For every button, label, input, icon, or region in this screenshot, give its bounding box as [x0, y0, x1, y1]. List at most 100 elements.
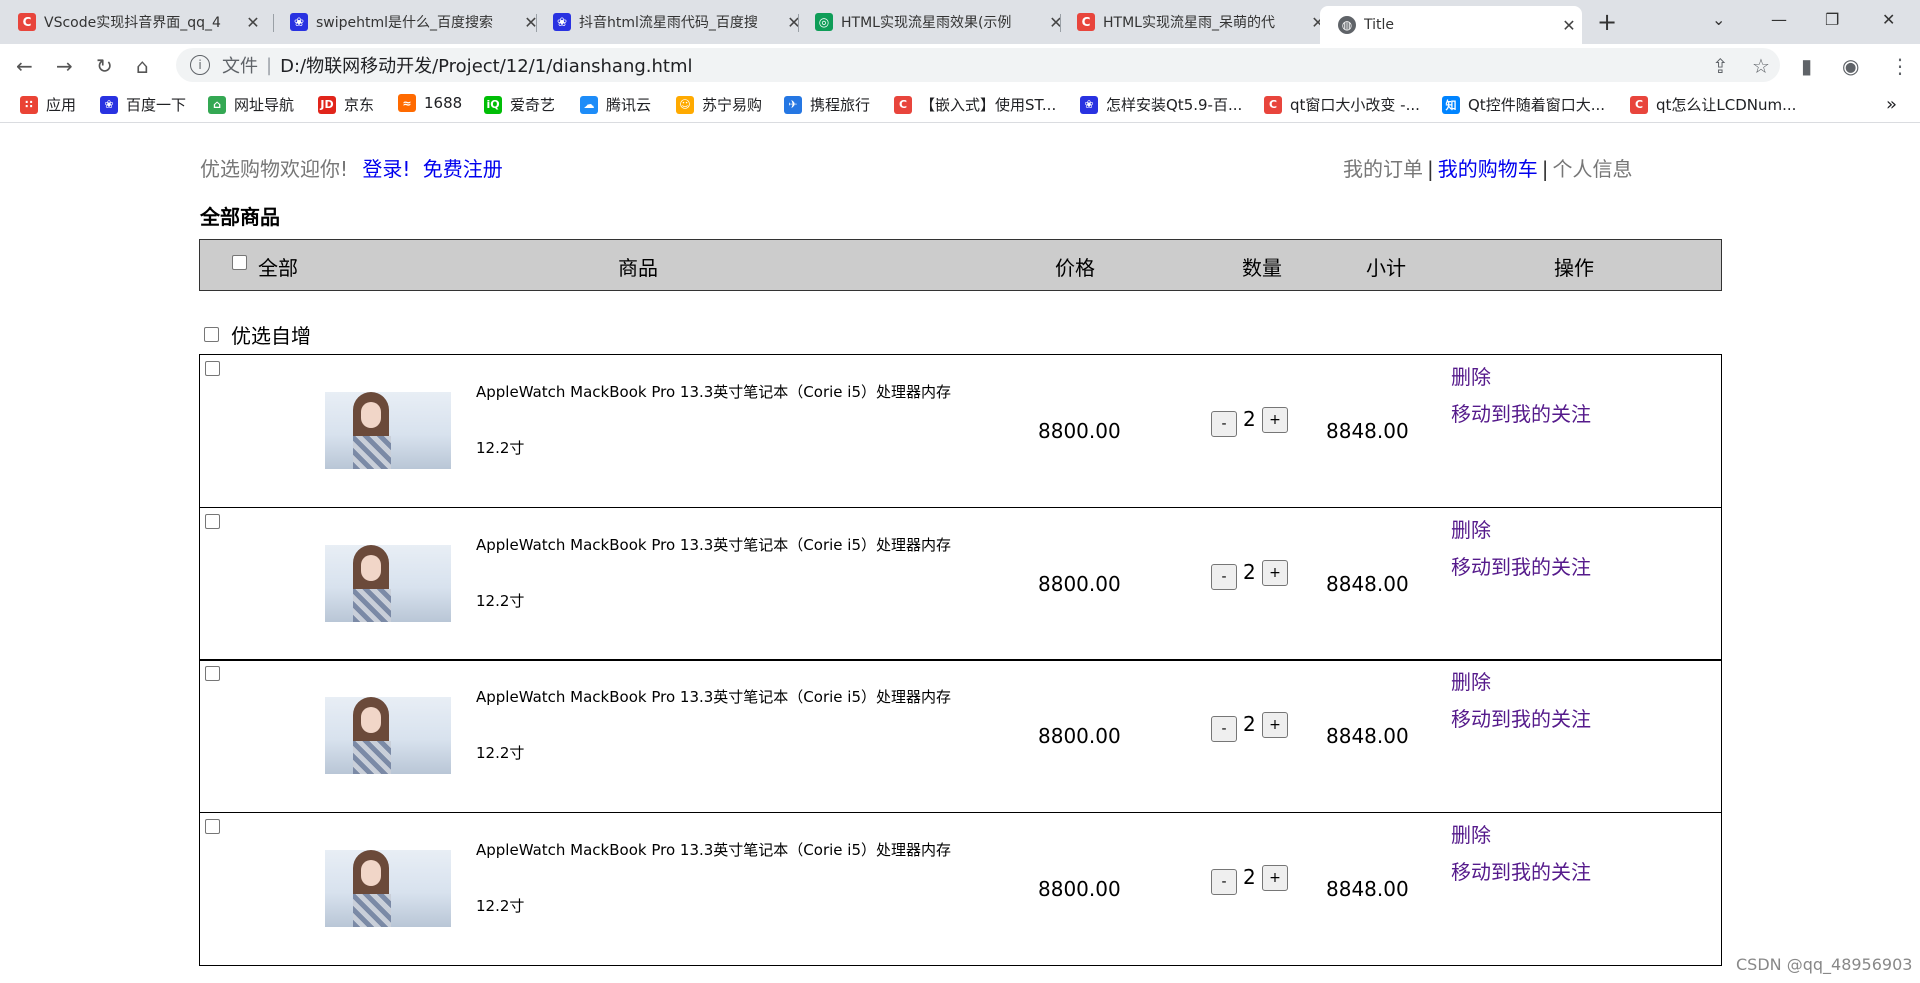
page-content: 优选购物欢迎你! 登录! 免费注册 我的订单 | 我的购物车 | 个人信息 全部商品 全…: [0, 123, 1920, 983]
move-to-follow-link[interactable]: 移动到我的关注: [1451, 551, 1591, 580]
product-image-face: [361, 555, 381, 581]
move-to-follow-link[interactable]: 移动到我的关注: [1451, 398, 1591, 427]
quantity-value: 2: [1243, 865, 1256, 889]
increase-quantity-button[interactable]: +: [1262, 712, 1288, 738]
chatgpt-icon: ◎: [815, 13, 833, 31]
bookmark-label: 京东: [344, 96, 375, 114]
side-panel-icon[interactable]: ▮: [1801, 54, 1812, 78]
personal-info-link[interactable]: 个人信息: [1553, 157, 1633, 181]
product-name[interactable]: AppleWatch MackBook Pro 13.3英寸笔记本（Corie …: [476, 839, 951, 860]
jd-icon: JD: [318, 95, 336, 114]
my-orders-link[interactable]: 我的订单: [1343, 157, 1423, 181]
item-subtotal: 8848.00: [1326, 572, 1409, 596]
delete-link[interactable]: 删除: [1451, 361, 1491, 390]
bookmark-label: 腾讯云: [606, 96, 652, 114]
move-to-follow-link[interactable]: 移动到我的关注: [1451, 856, 1591, 885]
bookmark-item[interactable]: ✈ 携程旅行: [784, 94, 870, 115]
cart-item: AppleWatch MackBook Pro 13.3英寸笔记本（Corie …: [199, 354, 1722, 508]
decrease-quantity-button[interactable]: -: [1211, 564, 1237, 590]
bookmark-item[interactable]: 知 Qt控件随着窗口大...: [1442, 94, 1605, 115]
minimize-icon[interactable]: —: [1771, 10, 1787, 29]
bookmark-item[interactable]: Cqt怎么让LCDNum...: [1630, 94, 1796, 115]
product-image[interactable]: [325, 545, 451, 622]
move-to-follow-link[interactable]: 移动到我的关注: [1451, 703, 1591, 732]
back-icon[interactable]: ←: [16, 54, 33, 78]
delete-link[interactable]: 删除: [1451, 514, 1491, 543]
more-bookmarks-icon[interactable]: »: [1886, 94, 1897, 115]
browser-tab[interactable]: C VScode实现抖音界面_qq_4 ✕: [0, 6, 262, 38]
product-name[interactable]: AppleWatch MackBook Pro 13.3英寸笔记本（Corie …: [476, 381, 951, 402]
bookmark-item[interactable]: ❀ 百度一下: [100, 94, 186, 115]
browser-tab-active[interactable]: ◍ Title ✕: [1320, 6, 1582, 44]
restore-icon[interactable]: ❐: [1825, 10, 1839, 29]
decrease-quantity-button[interactable]: -: [1211, 869, 1237, 895]
register-link[interactable]: 免费注册: [423, 157, 503, 181]
bookmark-item[interactable]: Cqt窗口大小改变 -...: [1264, 94, 1420, 115]
info-icon[interactable]: i: [190, 55, 210, 75]
1688-icon: ≈: [398, 94, 416, 112]
product-size: 12.2寸: [476, 592, 525, 610]
product-name[interactable]: AppleWatch MackBook Pro 13.3英寸笔记本（Corie …: [476, 534, 951, 555]
product-name[interactable]: AppleWatch MackBook Pro 13.3英寸笔记本（Corie …: [476, 686, 951, 707]
bookmark-item[interactable]: iQ 爱奇艺: [484, 94, 555, 115]
shop-group: 优选自增: [204, 320, 311, 349]
header-all: 全部: [258, 256, 298, 280]
baidu-icon: ❀: [100, 95, 118, 114]
bookmark-item[interactable]: ❀ 怎样安装Qt5.9-百...: [1080, 94, 1242, 115]
header-quantity: 数量: [1242, 256, 1282, 280]
delete-link[interactable]: 删除: [1451, 666, 1491, 695]
bookmark-apps[interactable]: ∷ 应用: [20, 94, 76, 115]
profile-avatar-icon[interactable]: ◉: [1842, 54, 1859, 78]
csdn-icon: C: [1077, 13, 1095, 31]
increase-quantity-button[interactable]: +: [1262, 407, 1288, 433]
cart-item: AppleWatch MackBook Pro 13.3英寸笔记本（Corie …: [199, 659, 1722, 813]
item-checkbox[interactable]: [205, 514, 220, 529]
quantity-value: 2: [1243, 560, 1256, 584]
product-image[interactable]: [325, 697, 451, 774]
item-checkbox[interactable]: [205, 819, 220, 834]
shop-checkbox[interactable]: [204, 327, 219, 342]
reload-icon[interactable]: ↻: [96, 54, 113, 78]
item-checkbox[interactable]: [205, 361, 220, 376]
my-cart-link[interactable]: 我的购物车: [1438, 157, 1538, 181]
login-link[interactable]: 登录!: [362, 157, 410, 181]
bookmark-item[interactable]: C 【嵌入式】使用ST...: [894, 94, 1056, 115]
address-url[interactable]: D:/物联网移动开发/Project/12/1/dianshang.html: [280, 52, 692, 78]
forward-icon[interactable]: →: [56, 54, 73, 78]
increase-quantity-button[interactable]: +: [1262, 560, 1288, 586]
product-image[interactable]: [325, 392, 451, 469]
tab-close-icon[interactable]: ✕: [1560, 16, 1578, 35]
share-icon[interactable]: ⇪: [1712, 54, 1729, 78]
tab-close-icon[interactable]: ✕: [244, 13, 262, 32]
decrease-quantity-button[interactable]: -: [1211, 716, 1237, 742]
select-all-checkbox[interactable]: [232, 255, 247, 270]
close-window-icon[interactable]: ✕: [1882, 10, 1895, 29]
bookmark-item[interactable]: ⌂ 网址导航: [208, 94, 294, 115]
bookmark-item[interactable]: JD 京东: [318, 94, 374, 115]
bookmark-item[interactable]: ≈1688: [398, 94, 462, 112]
user-nav: 我的订单 | 我的购物车 | 个人信息: [1343, 153, 1633, 182]
section-title: 全部商品: [200, 205, 280, 229]
product-price: 8800.00: [1038, 877, 1121, 901]
bookmark-star-icon[interactable]: ☆: [1752, 54, 1770, 78]
product-image[interactable]: [325, 850, 451, 927]
tab-search-chevron-icon[interactable]: ⌄: [1712, 10, 1725, 29]
bookmark-item[interactable]: ☺ 苏宁易购: [676, 94, 762, 115]
menu-kebab-icon[interactable]: ⋮: [1890, 54, 1910, 78]
bookmark-item[interactable]: ☁ 腾讯云: [580, 94, 651, 115]
browser-tab[interactable]: ❀ 抖音html流星雨代码_百度搜 ✕: [535, 6, 803, 38]
decrease-quantity-button[interactable]: -: [1211, 411, 1237, 437]
bookmark-label: qt怎么让LCDNum...: [1656, 96, 1797, 114]
home-icon[interactable]: ⌂: [136, 54, 149, 78]
delete-link[interactable]: 删除: [1451, 819, 1491, 848]
item-checkbox[interactable]: [205, 666, 220, 681]
browser-tab[interactable]: C HTML实现流星雨_呆萌的代 ✕: [1059, 6, 1327, 38]
address-bar[interactable]: i 文件 | D:/物联网移动开发/Project/12/1/dianshang…: [176, 48, 1780, 82]
new-tab-icon[interactable]: +: [1597, 8, 1617, 36]
shop-label: 优选自增: [231, 324, 311, 348]
browser-tab[interactable]: ❀ swipehtml是什么_百度搜索 ✕: [272, 6, 540, 38]
increase-quantity-button[interactable]: +: [1262, 865, 1288, 891]
zhihu-icon: 知: [1442, 95, 1460, 114]
product-size: 12.2寸: [476, 439, 525, 457]
browser-tab[interactable]: ◎ HTML实现流星雨效果(示例 ✕: [797, 6, 1065, 38]
